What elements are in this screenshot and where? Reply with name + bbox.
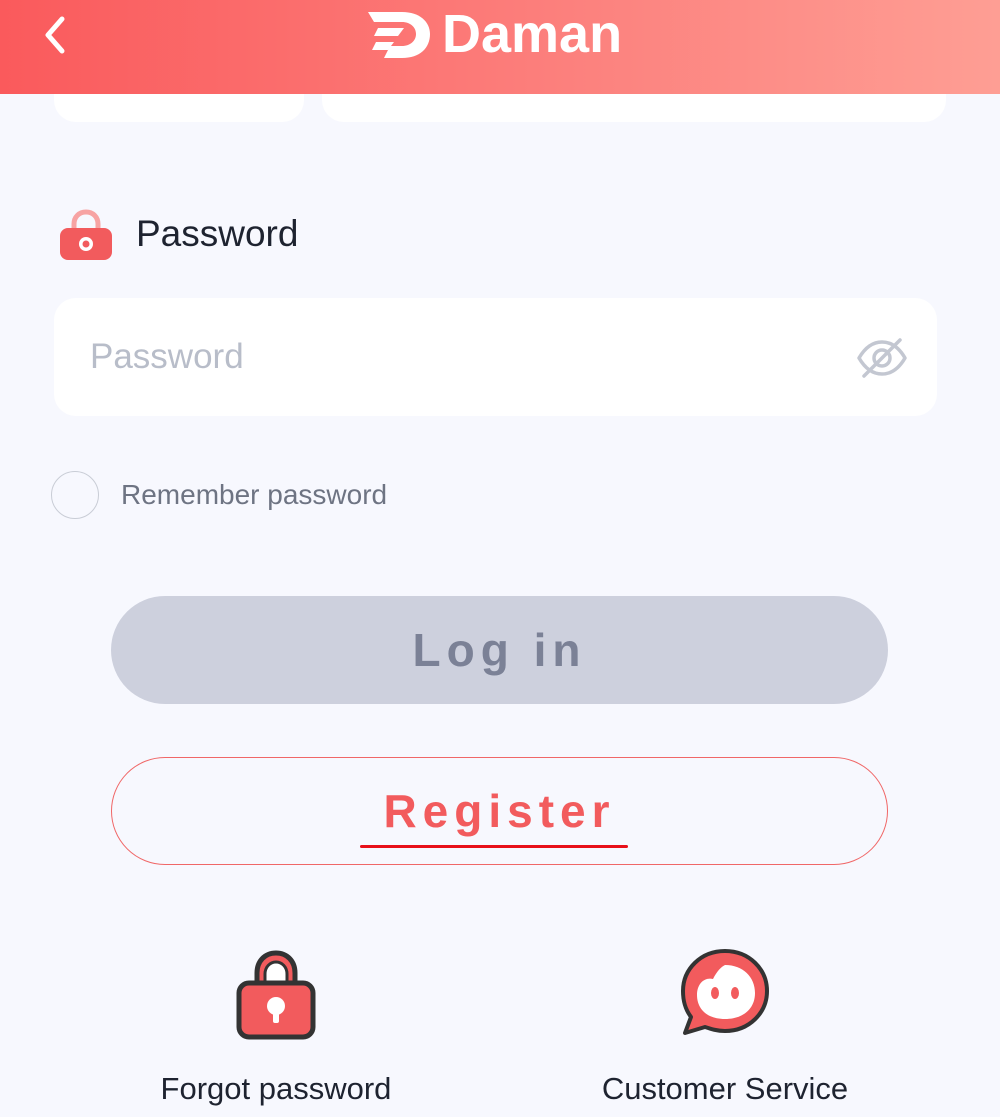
register-button[interactable]: Register xyxy=(111,757,888,865)
remember-password-label: Remember password xyxy=(121,479,388,510)
password-label: Password xyxy=(136,213,299,254)
brand-name: Daman xyxy=(442,4,623,64)
forgot-password-label: Forgot password xyxy=(160,1071,392,1106)
country-code-field[interactable] xyxy=(54,94,304,122)
customer-service-label: Customer Service xyxy=(601,1071,849,1106)
daman-logo-icon xyxy=(368,12,430,58)
forgot-password-link[interactable]: Forgot password xyxy=(157,945,395,1107)
password-input[interactable] xyxy=(90,298,850,416)
lock-icon xyxy=(236,950,316,1040)
app-header: Daman xyxy=(0,0,1000,94)
password-field-container xyxy=(54,298,937,416)
brand-logo: Daman xyxy=(364,4,622,64)
login-button[interactable]: Log in xyxy=(111,596,888,704)
remember-password-radio[interactable] xyxy=(51,471,99,519)
eye-off-icon xyxy=(857,338,907,378)
chat-bubble-icon xyxy=(681,949,769,1035)
toggle-password-visibility-button[interactable] xyxy=(856,336,908,380)
back-button[interactable] xyxy=(30,10,80,60)
password-label-row: Password xyxy=(58,206,298,262)
register-underline xyxy=(360,845,628,848)
chevron-left-icon xyxy=(45,16,65,54)
customer-service-link[interactable]: Customer Service xyxy=(597,945,853,1107)
phone-field[interactable] xyxy=(322,94,946,122)
remember-password-toggle[interactable]: Remember password xyxy=(51,469,387,521)
lock-icon xyxy=(60,209,112,260)
